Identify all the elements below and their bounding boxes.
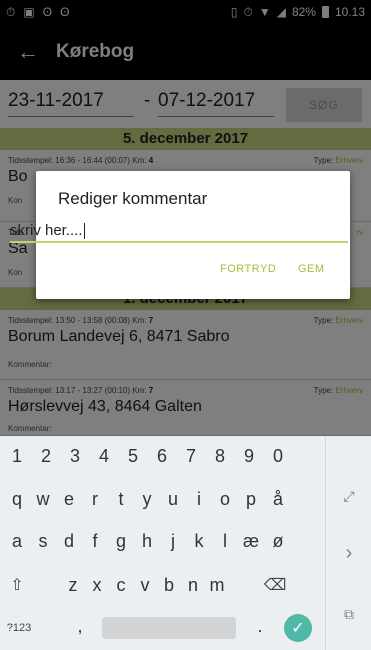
key-r[interactable]: r: [81, 489, 109, 510]
text-cursor: [83, 223, 85, 239]
key-u[interactable]: u: [159, 489, 187, 510]
key-aa[interactable]: å: [264, 489, 292, 510]
key-ae[interactable]: æ: [237, 531, 265, 552]
key-l[interactable]: l: [211, 531, 239, 552]
chevron-right-icon[interactable]: ›: [326, 542, 371, 565]
key-k[interactable]: k: [185, 531, 213, 552]
edit-comment-dialog: Rediger kommentar skriv her.... FORTRYD …: [10, 171, 350, 299]
key-e[interactable]: e: [55, 489, 83, 510]
key-m[interactable]: m: [203, 575, 231, 596]
key-g[interactable]: g: [107, 531, 135, 552]
comment-input[interactable]: skriv her....: [10, 217, 348, 243]
key-y[interactable]: y: [133, 489, 161, 510]
comment-input-value: skriv her....: [10, 222, 83, 239]
expand-icon[interactable]: ⤢: [326, 488, 371, 505]
key-4[interactable]: 4: [90, 446, 118, 467]
key-h[interactable]: h: [133, 531, 161, 552]
key-8[interactable]: 8: [206, 446, 234, 467]
symbols-key[interactable]: ?123: [2, 622, 36, 634]
key-1[interactable]: 1: [3, 446, 31, 467]
key-f[interactable]: f: [81, 531, 109, 552]
key-9[interactable]: 9: [235, 446, 263, 467]
key-2[interactable]: 2: [32, 446, 60, 467]
key-o[interactable]: o: [211, 489, 239, 510]
key-d[interactable]: d: [55, 531, 83, 552]
check-icon: ✓: [291, 620, 305, 637]
clipboard-icon[interactable]: ⧉: [326, 606, 371, 623]
key-7[interactable]: 7: [177, 446, 205, 467]
key-i[interactable]: i: [185, 489, 213, 510]
key-j[interactable]: j: [159, 531, 187, 552]
key-5[interactable]: 5: [119, 446, 147, 467]
save-button[interactable]: GEM: [298, 263, 325, 275]
keyboard: 1 2 3 4 5 6 7 8 9 0 q w e r t y u i o p …: [0, 436, 371, 650]
key-comma[interactable]: ,: [66, 616, 94, 637]
cancel-button[interactable]: FORTRYD: [220, 263, 276, 275]
keyboard-side-strip: ⤢ › ⧉: [325, 436, 371, 650]
enter-key[interactable]: ✓: [284, 614, 312, 642]
key-a[interactable]: a: [3, 531, 31, 552]
key-w[interactable]: w: [29, 489, 57, 510]
key-t[interactable]: t: [107, 489, 135, 510]
key-6[interactable]: 6: [148, 446, 176, 467]
key-p[interactable]: p: [237, 489, 265, 510]
key-period[interactable]: .: [246, 616, 274, 637]
key-3[interactable]: 3: [61, 446, 89, 467]
dialog-title: Rediger kommentar: [58, 189, 208, 208]
space-bar[interactable]: [102, 617, 236, 639]
key-oe[interactable]: ø: [264, 531, 292, 552]
backspace-icon[interactable]: ⌫: [258, 575, 292, 595]
key-q[interactable]: q: [3, 489, 31, 510]
key-s[interactable]: s: [29, 531, 57, 552]
key-0[interactable]: 0: [264, 446, 292, 467]
shift-icon[interactable]: ⇧: [3, 575, 31, 595]
